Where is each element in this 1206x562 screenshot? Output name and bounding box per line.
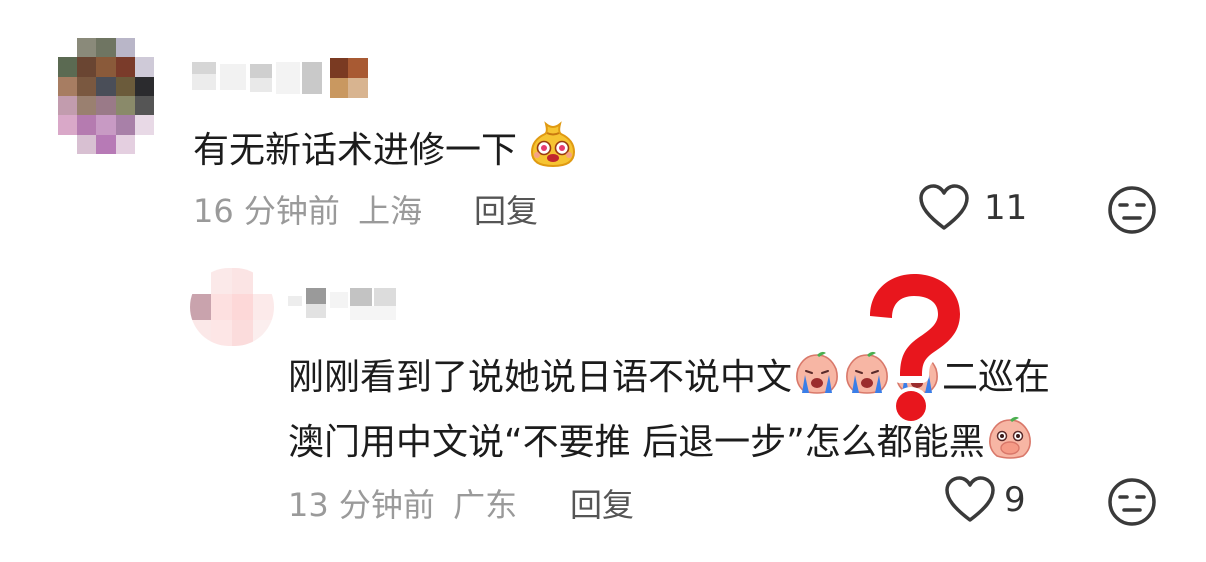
dislike-button[interactable]: [1106, 476, 1158, 532]
comment-location: 上海: [358, 192, 423, 230]
like-count: 11: [984, 188, 1028, 228]
heart-icon: [945, 476, 995, 522]
comment-time: 13 分钟前: [288, 486, 435, 524]
username[interactable]: [288, 286, 408, 326]
comment-text-content: 澳门用中文说“不要推 后退一步”: [288, 422, 805, 463]
comment-text-content: 刚刚看到了说她说日语不说中文: [288, 357, 793, 398]
comment-text-content: 有无新话术进修一下: [193, 130, 518, 171]
comment-text: 有无新话术进修一下: [193, 120, 578, 178]
excited-bag-emoji-icon: [528, 120, 578, 178]
crying-peach-emoji-icon: [792, 349, 842, 405]
avatar[interactable]: [58, 38, 154, 154]
comment-time: 16 分钟前: [193, 192, 340, 230]
heart-icon: [919, 184, 969, 230]
reply-button[interactable]: 回复: [570, 480, 634, 526]
comment-location: 广东: [453, 486, 518, 524]
comment-meta: 13 分钟前 广东: [288, 480, 517, 526]
unamused-face-icon: [1108, 478, 1156, 526]
username[interactable]: [192, 58, 372, 98]
like-button[interactable]: [918, 184, 970, 232]
unamused-face-icon: [1108, 186, 1156, 234]
dislike-button[interactable]: [1106, 184, 1158, 240]
like-count: 9: [1004, 480, 1026, 520]
reply-button[interactable]: 回复: [474, 186, 538, 232]
like-button[interactable]: [944, 476, 996, 524]
red-question-mark-icon: [856, 267, 972, 434]
covering-mouth-peach-emoji-icon: [985, 414, 1035, 470]
avatar[interactable]: [190, 268, 274, 346]
comment-meta: 16 分钟前 上海: [193, 186, 422, 232]
